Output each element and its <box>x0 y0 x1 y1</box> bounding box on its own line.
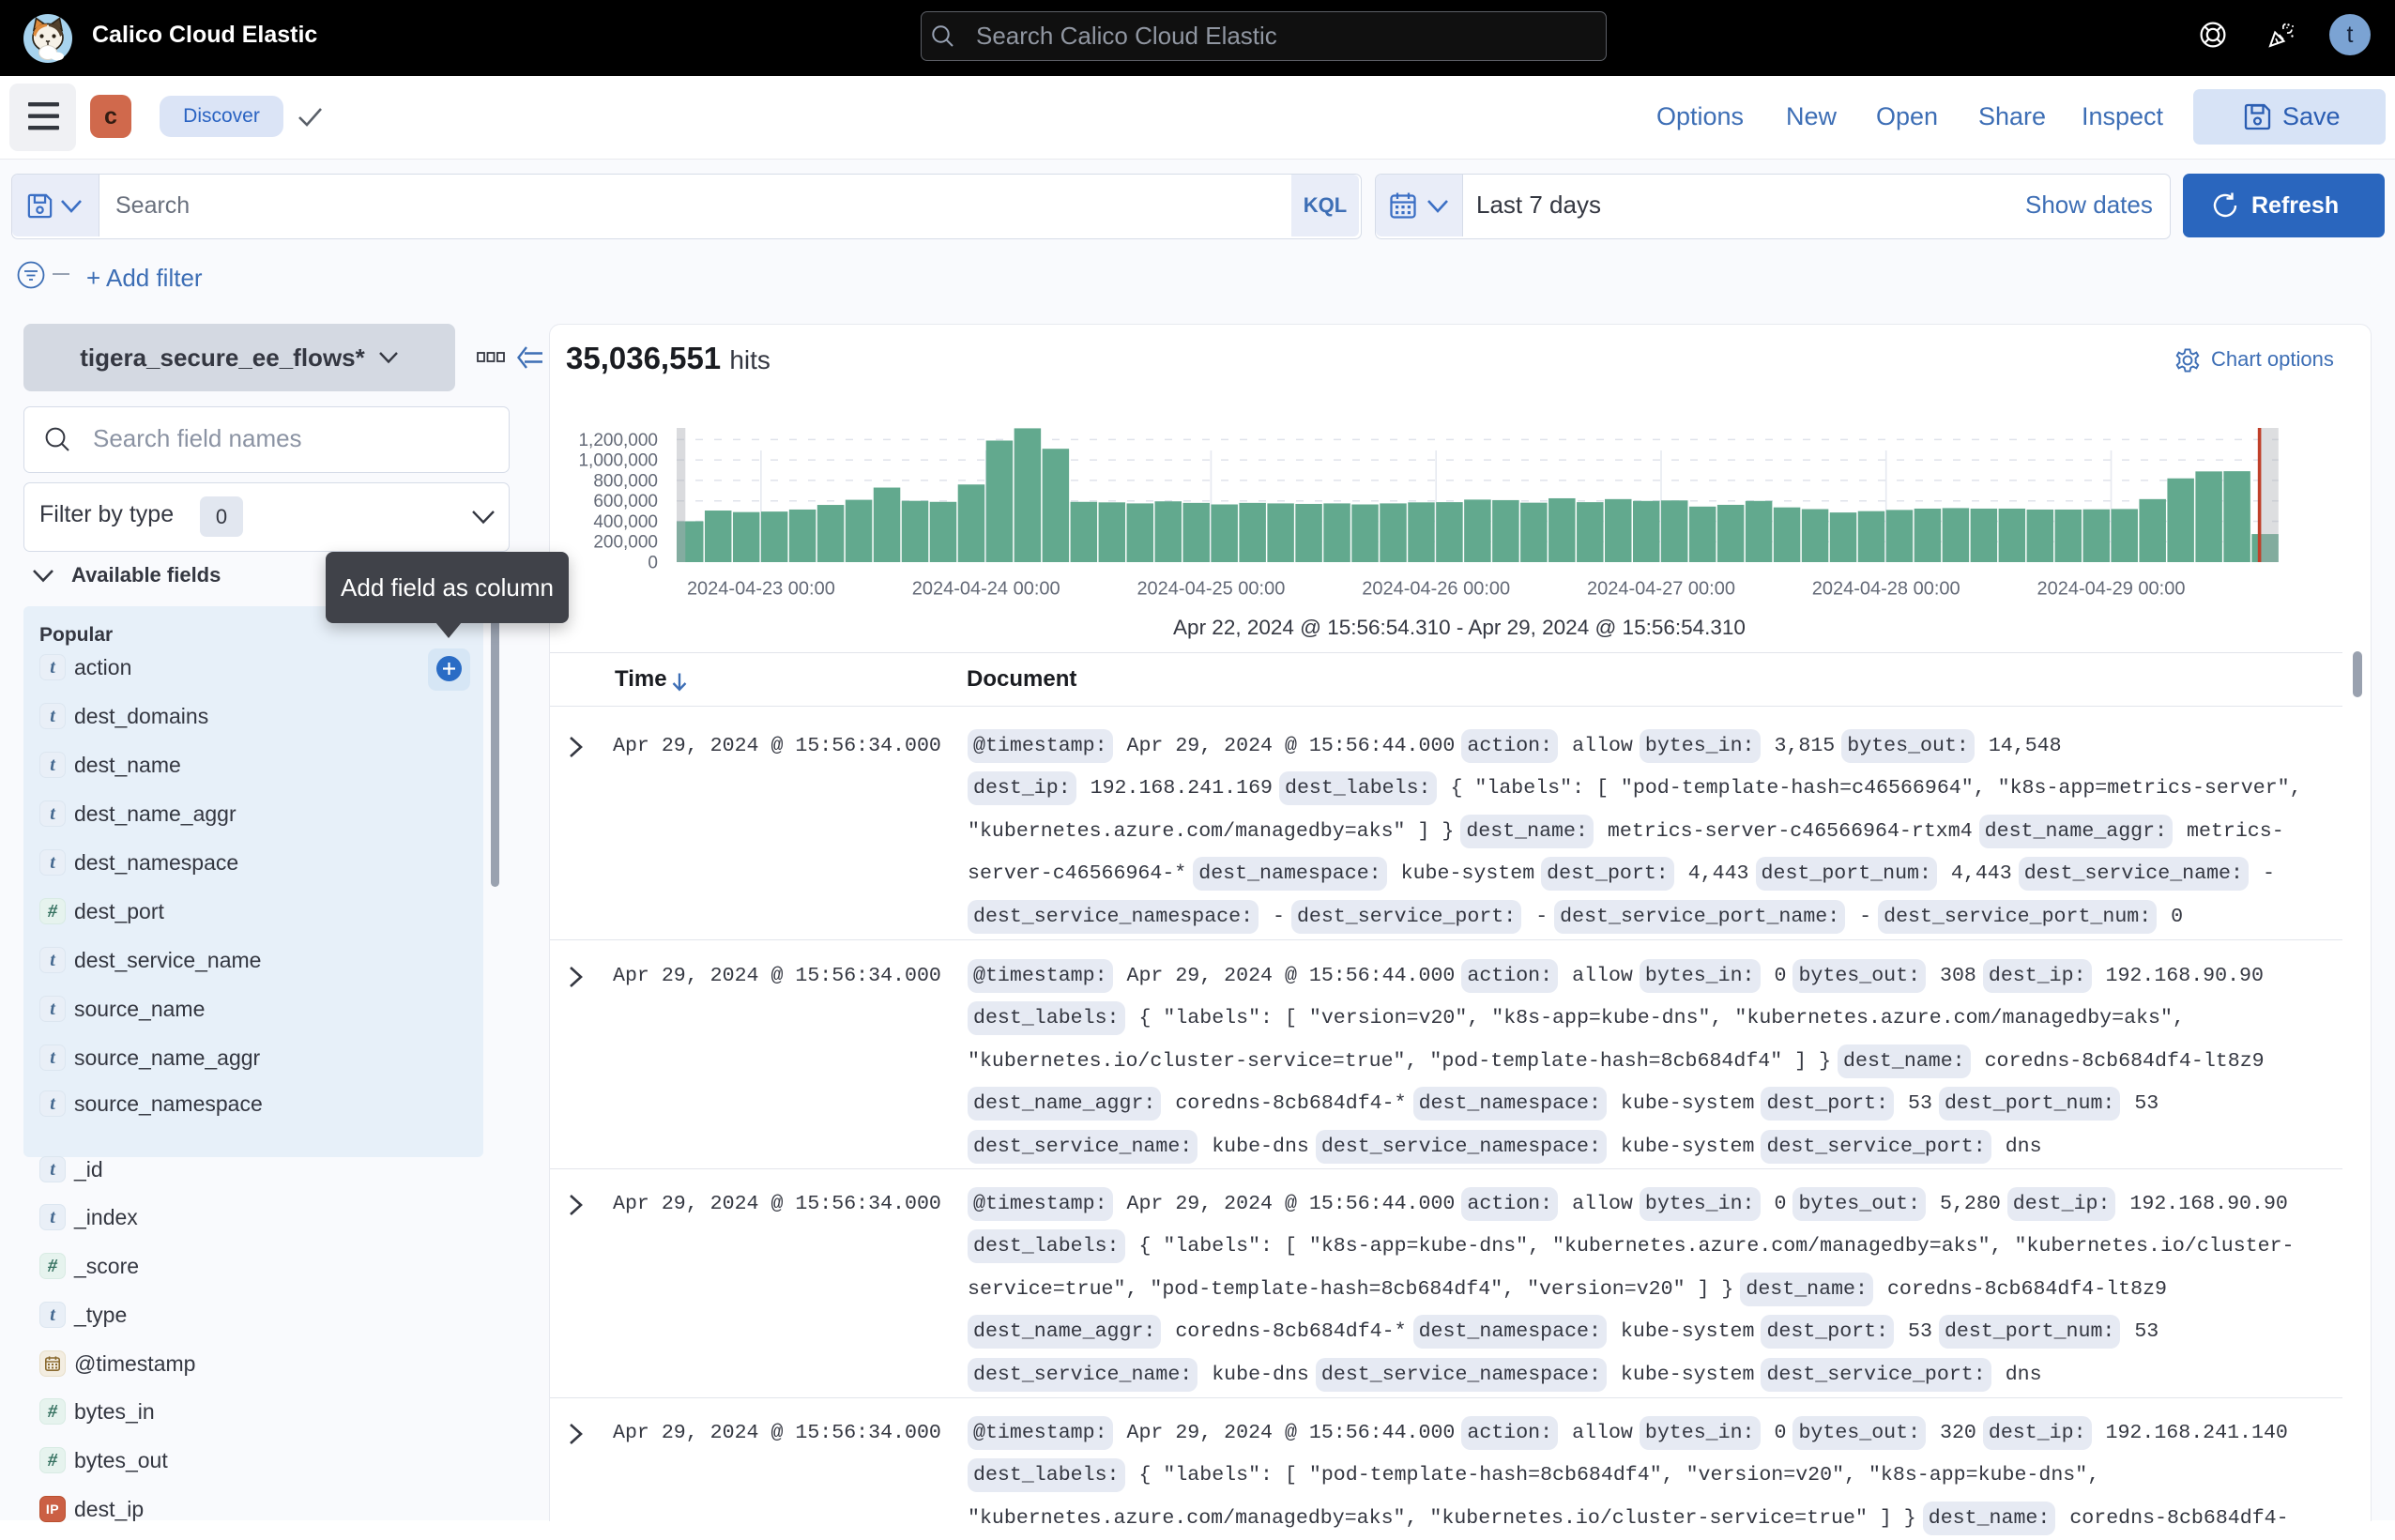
svg-text:2024-04-28 00:00: 2024-04-28 00:00 <box>1812 579 1960 600</box>
svg-text:2024-04-25 00:00: 2024-04-25 00:00 <box>1136 579 1285 600</box>
svg-text:1,200,000: 1,200,000 <box>578 431 658 450</box>
svg-text:0: 0 <box>648 554 658 573</box>
svg-text:2024-04-23 00:00: 2024-04-23 00:00 <box>687 579 835 600</box>
svg-text:400,000: 400,000 <box>593 512 658 532</box>
svg-text:2024-04-27 00:00: 2024-04-27 00:00 <box>1587 579 1735 600</box>
svg-text:200,000: 200,000 <box>593 533 658 553</box>
svg-text:600,000: 600,000 <box>593 492 658 511</box>
svg-text:2024-04-24 00:00: 2024-04-24 00:00 <box>912 579 1060 600</box>
svg-text:2024-04-29 00:00: 2024-04-29 00:00 <box>2037 579 2186 600</box>
svg-text:800,000: 800,000 <box>593 471 658 491</box>
svg-text:1,000,000: 1,000,000 <box>578 451 658 471</box>
svg-text:2024-04-26 00:00: 2024-04-26 00:00 <box>1362 579 1510 600</box>
